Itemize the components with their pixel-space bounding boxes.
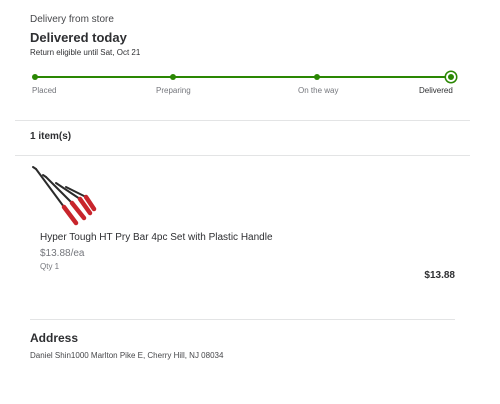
- pry-bar-set-image[interactable]: [30, 165, 100, 227]
- section-divider: [15, 155, 470, 156]
- step-dot-on-the-way: [314, 74, 320, 80]
- section-divider: [30, 319, 455, 320]
- step-label-placed: Placed: [32, 86, 57, 95]
- product-line-total: $13.88: [424, 270, 455, 281]
- step-dot-preparing: [170, 74, 176, 80]
- items-count-heading: 1 item(s): [30, 131, 72, 142]
- address-heading: Address: [30, 331, 79, 345]
- step-label-on-the-way: On the way: [298, 86, 339, 95]
- return-eligibility-note: Return eligible until Sat, Oct 21: [30, 48, 141, 57]
- step-dot-delivered: [446, 72, 456, 82]
- product-unit-price: $13.88/ea: [40, 248, 85, 259]
- progress-line: [35, 76, 455, 78]
- product-quantity: Qty 1: [40, 262, 60, 271]
- product-name-link[interactable]: Hyper Tough HT Pry Bar 4pc Set with Plas…: [40, 232, 273, 243]
- delivery-address-text: Daniel Shin1000 Marlton Pike E, Cherry H…: [30, 351, 224, 360]
- step-label-delivered: Delivered: [419, 86, 453, 95]
- step-label-preparing: Preparing: [156, 86, 191, 95]
- section-divider: [15, 120, 470, 121]
- delivery-progress-tracker: Placed Preparing On the way Delivered: [30, 70, 460, 100]
- delivery-status-title: Delivered today: [30, 30, 127, 45]
- delivery-type-label: Delivery from store: [30, 14, 114, 25]
- step-dot-placed: [32, 74, 38, 80]
